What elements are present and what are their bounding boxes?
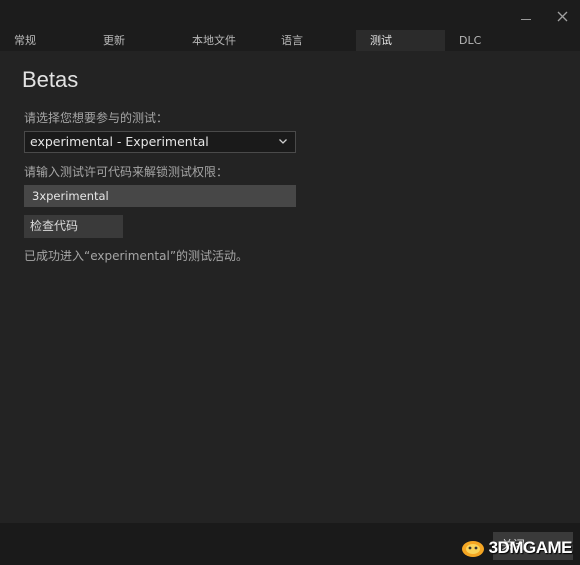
steam-properties-window: 常规 更新 本地文件 语言 测试 DLC Betas 请选择您想要参与的测试： … — [0, 0, 580, 565]
selected-beta-value: experimental - Experimental — [30, 134, 209, 149]
tab-local-files[interactable]: 本地文件 — [178, 30, 267, 51]
chevron-down-icon — [279, 139, 287, 144]
beta-code-label: 请输入测试许可代码来解锁测试权限： — [24, 165, 229, 179]
tab-bar: 常规 更新 本地文件 语言 测试 DLC — [0, 30, 580, 51]
beta-code-input[interactable]: 3xperimental — [24, 185, 296, 207]
select-beta-label: 请选择您想要参与的测试： — [24, 111, 169, 125]
beta-select-dropdown[interactable]: experimental - Experimental — [24, 131, 296, 153]
tab-language[interactable]: 语言 — [267, 30, 356, 51]
tab-betas[interactable]: 测试 — [356, 30, 445, 51]
minimize-icon — [521, 18, 531, 20]
minimize-button[interactable] — [518, 8, 534, 24]
tab-general[interactable]: 常规 — [0, 30, 89, 51]
check-code-button[interactable]: 检查代码 — [24, 215, 123, 238]
beta-status-text: 已成功进入“experimental”的测试活动。 — [24, 249, 249, 263]
page-title: Betas — [22, 67, 79, 92]
close-icon — [557, 11, 567, 21]
watermark: 3DMGAME — [460, 537, 573, 559]
close-window-button[interactable] — [554, 8, 570, 24]
watermark-text: 3DMGAME — [488, 538, 573, 557]
window-controls — [518, 8, 570, 24]
tab-updates[interactable]: 更新 — [89, 30, 178, 51]
betas-panel: Betas 请选择您想要参与的测试： experimental - Experi… — [0, 51, 580, 523]
tab-dlc[interactable]: DLC — [445, 30, 534, 51]
watermark-logo-icon — [461, 541, 484, 557]
